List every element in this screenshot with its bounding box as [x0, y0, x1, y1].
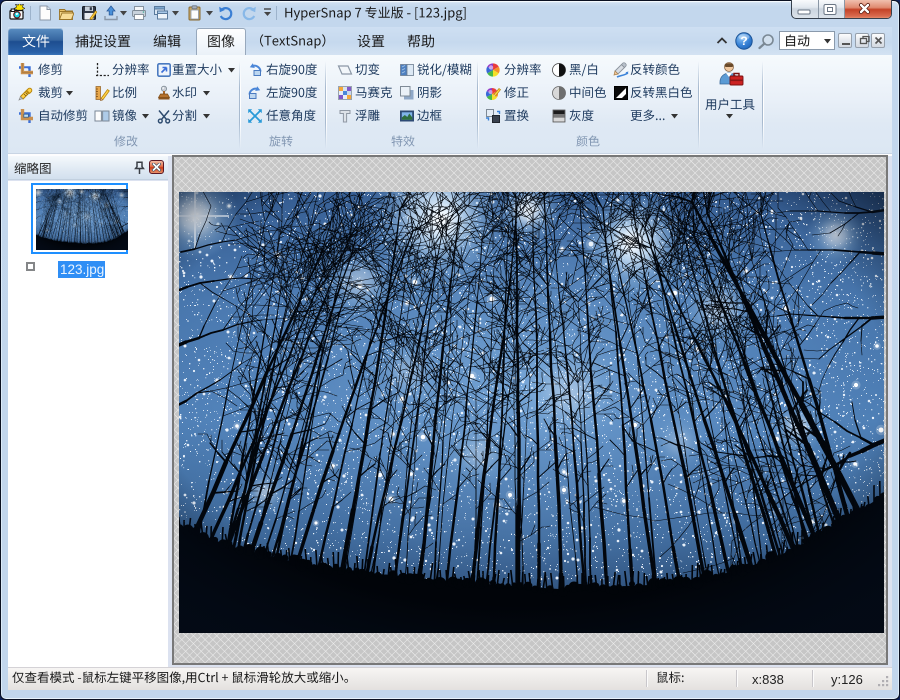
svg-text:?: ?: [740, 34, 747, 48]
